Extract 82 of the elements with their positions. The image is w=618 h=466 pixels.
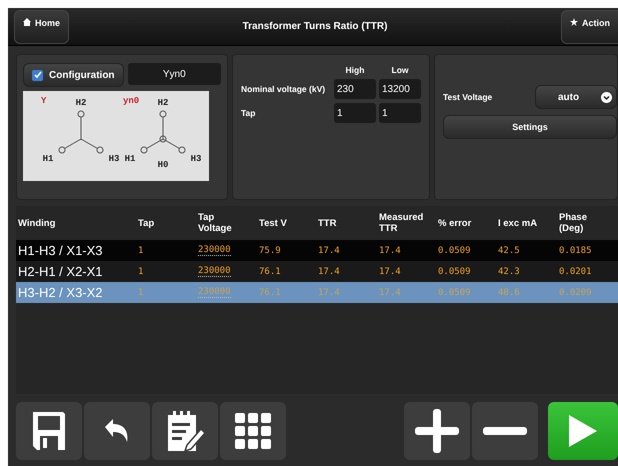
table-cell-text: 17.4: [379, 246, 402, 256]
terminal-label: H1: [124, 154, 136, 164]
table-cell: 230000: [198, 287, 231, 298]
save-button[interactable]: [16, 402, 82, 460]
column-header: Tap: [138, 218, 156, 228]
table-cell-text: 0.0509: [438, 266, 472, 276]
play-icon: [569, 415, 597, 447]
minus-icon: [483, 427, 527, 435]
column-label: High: [344, 65, 366, 75]
undo-button[interactable]: [84, 402, 150, 460]
add-button[interactable]: [404, 402, 470, 460]
low-voltage-field[interactable]: 1: [379, 103, 421, 123]
table-cell-text: 0.0201: [559, 266, 593, 276]
test-voltage-label: Test Voltage: [443, 92, 492, 102]
column-header: I exc mA: [498, 218, 538, 228]
column-header: Measured TTR: [379, 212, 424, 234]
column-header: Winding: [17, 218, 56, 228]
table-cell-text: 17.4: [318, 266, 341, 276]
vector-group-value: Yyn0: [128, 63, 221, 85]
table-cell-text: H3-H2 / X3-X2: [17, 285, 104, 300]
table-cell-text: 42.5: [498, 246, 521, 256]
terminal-label: H2: [158, 98, 168, 108]
notes-button[interactable]: [152, 402, 218, 460]
configuration-toggle[interactable]: Configuration: [23, 63, 124, 87]
plus-icon: [415, 409, 459, 453]
table-cell-text: 42.3: [498, 266, 521, 276]
high-voltage-field[interactable]: 230: [334, 79, 376, 99]
home-button[interactable]: Home: [14, 10, 70, 44]
table-cell-text: 0.0185: [559, 246, 593, 256]
start-button[interactable]: [548, 402, 618, 460]
column-header: TTR: [318, 218, 338, 228]
table-cell-text: 17.4: [318, 246, 341, 256]
terminal-label: H3: [108, 154, 120, 164]
table-cell-text: 17.4: [379, 288, 402, 298]
table-cell-text: 1: [138, 246, 144, 256]
table-cell: 230000: [198, 245, 231, 256]
terminal-label: H2: [76, 98, 86, 108]
table-cell-text: 76.1: [259, 266, 282, 276]
terminal-label: H3: [190, 154, 202, 164]
column-label: Low: [390, 65, 410, 75]
terminal-label: H1: [42, 154, 54, 164]
table-row[interactable]: H2-H1 / X2-X1 1 230000 76.1 17.4 17.4 0.0509 42.3 0.0201: [16, 261, 618, 282]
chevron-down-icon: [601, 92, 612, 102]
column-header: Test V: [259, 218, 288, 228]
table-cell-text: 17.4: [318, 288, 341, 298]
high-voltage-field[interactable]: 1: [334, 103, 376, 123]
column-header: Tap Voltage: [198, 212, 233, 234]
window-title: Transformer Turns Ratio (TTR): [242, 21, 388, 32]
table-cell-text: 17.4: [379, 266, 402, 276]
terminal-label: H0: [158, 160, 168, 170]
checkbox[interactable]: [32, 70, 43, 80]
star-icon: [570, 18, 578, 26]
wye-drawing: [58, 110, 104, 154]
field-label: Tap: [241, 108, 256, 118]
settings-button[interactable]: Settings: [443, 115, 617, 139]
grid-button[interactable]: [220, 402, 286, 460]
remove-button[interactable]: [472, 402, 538, 460]
table-cell-text: H2-H1 / X2-X1: [17, 264, 104, 279]
table-cell-text: 0.0509: [438, 246, 472, 256]
table-cell-text: 0.0509: [438, 288, 472, 298]
field-label: Nominal voltage (kV): [241, 84, 326, 94]
column-header: Phase (Deg): [559, 212, 588, 234]
column-header: % error: [438, 218, 472, 228]
notepad-pencil-icon: [165, 409, 205, 453]
table-cell-text: H1-H3 / X1-X3: [17, 243, 104, 258]
table-cell-text: 1: [138, 288, 144, 298]
actions-button[interactable]: Action: [561, 10, 618, 44]
vector-group-label: yn0: [123, 96, 140, 106]
table-cell: 230000: [198, 266, 231, 277]
table-cell-text: 1: [138, 266, 144, 276]
table-row[interactable]: H1-H3 / X1-X3 1 230000 75.9 17.4 17.4 0.0509 42.5 0.0185: [16, 240, 618, 261]
wye-drawing: [140, 110, 186, 154]
table-cell-text: 76.1: [259, 288, 282, 298]
low-voltage-field[interactable]: 13200: [379, 79, 421, 99]
vector-group-label: Y: [41, 96, 46, 106]
save-icon: [31, 410, 67, 452]
table-cell-text: 48.6: [498, 288, 521, 298]
test-voltage-select[interactable]: auto: [535, 85, 617, 109]
grid-icon: [235, 413, 271, 449]
table-cell-text: 0.0209: [559, 288, 593, 298]
home-icon: [23, 18, 31, 26]
table-cell-text: 75.9: [259, 246, 282, 256]
